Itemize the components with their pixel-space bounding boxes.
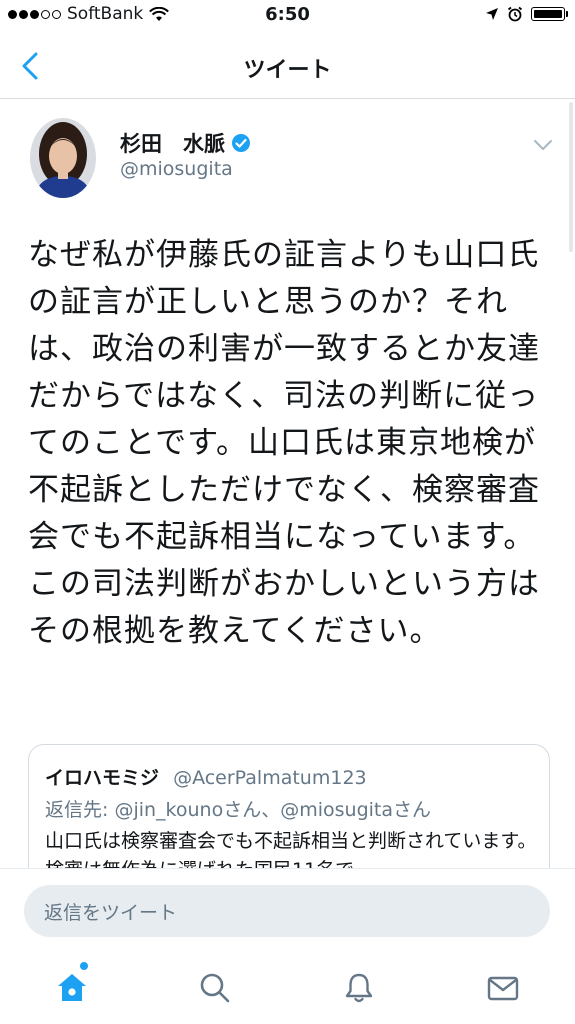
quoted-author-name: イロハモミジ bbox=[45, 767, 160, 789]
battery-icon bbox=[531, 7, 568, 21]
nav-bar: ツイート bbox=[0, 34, 575, 99]
new-content-dot bbox=[80, 962, 88, 970]
author-name-text: 杉田 水脈 bbox=[120, 132, 225, 156]
quoted-author-handle: @AcerPalmatum123 bbox=[173, 767, 367, 789]
chevron-down-icon bbox=[534, 140, 552, 150]
tab-home[interactable] bbox=[50, 966, 94, 1010]
location-arrow-icon bbox=[486, 8, 498, 20]
scrollbar[interactable] bbox=[569, 102, 573, 252]
reply-placeholder: 返信をツイート bbox=[44, 901, 178, 924]
quoted-tweet-header: イロハモミジ @AcerPalmatum123 bbox=[45, 763, 367, 790]
tab-messages[interactable] bbox=[481, 966, 525, 1010]
tab-notifications[interactable] bbox=[337, 966, 381, 1010]
tab-search[interactable] bbox=[193, 966, 237, 1010]
status-right bbox=[485, 6, 568, 22]
home-icon bbox=[58, 974, 86, 1001]
reply-input[interactable]: 返信をツイート bbox=[24, 885, 550, 937]
quoted-tweet[interactable]: イロハモミジ @AcerPalmatum123 返信先: @jin_kounoさ… bbox=[28, 744, 550, 884]
tweet-text: なぜ私が伊藤氏の証言よりも山口氏の証言が正しいと思うのか？それは、政治の利害が一… bbox=[28, 237, 540, 649]
mail-icon bbox=[487, 976, 519, 1001]
page-title: ツイート bbox=[243, 58, 332, 83]
verified-badge-icon bbox=[232, 134, 250, 152]
reply-prefix: 返信先: bbox=[45, 799, 115, 821]
status-bar: SoftBank 6:50 bbox=[0, 0, 575, 34]
quoted-reply-to: 返信先: @jin_kounoさん、@miosugitaさん bbox=[45, 795, 431, 822]
alarm-clock-icon bbox=[507, 6, 523, 22]
reply-to-handles: @jin_kounoさん、@miosugitaさん bbox=[114, 799, 431, 821]
avatar[interactable] bbox=[30, 118, 96, 198]
more-options-button[interactable] bbox=[532, 134, 554, 156]
author-handle[interactable]: @miosugita bbox=[120, 158, 233, 180]
bell-icon bbox=[345, 973, 373, 1003]
search-icon bbox=[200, 973, 230, 1003]
reply-bar: 返信をツイート bbox=[0, 868, 575, 953]
author-name[interactable]: 杉田 水脈 bbox=[120, 128, 251, 158]
